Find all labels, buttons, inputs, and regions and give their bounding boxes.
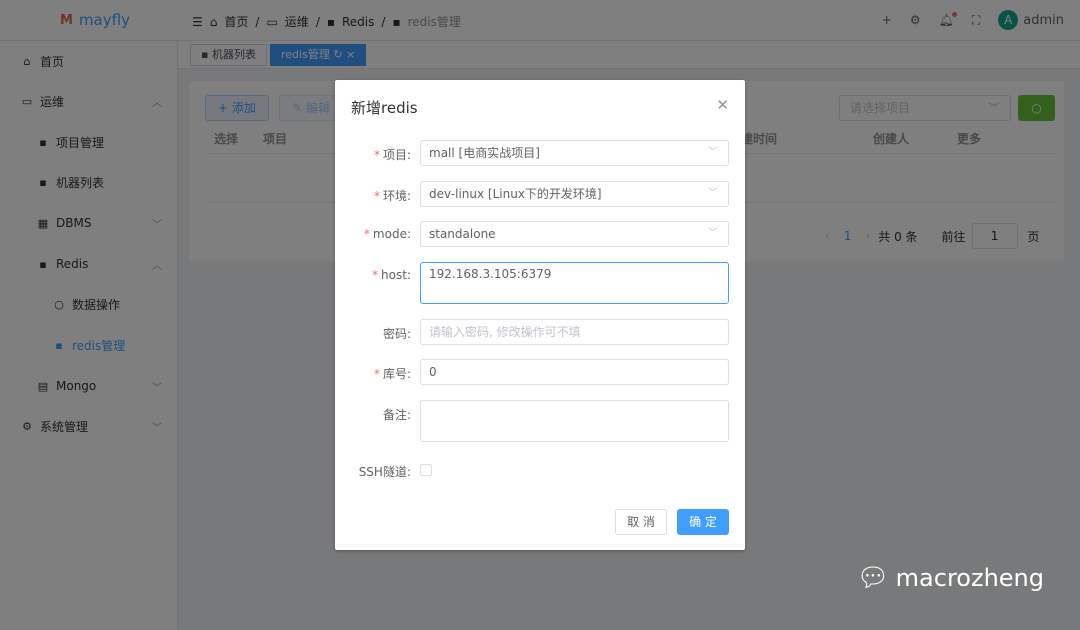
remark-textarea[interactable] (420, 400, 729, 442)
chevron-down-icon: ﹀ (708, 188, 718, 199)
field-label: * 环境: (373, 189, 411, 203)
project-select[interactable]: mall [电商实战项目] ﹀ (420, 140, 729, 166)
field-label: * mode: (363, 227, 411, 241)
field-label: * host: (372, 268, 411, 282)
ssh-tunnel-checkbox[interactable] (420, 464, 432, 476)
field-label: * 项目: (373, 148, 411, 162)
cancel-button[interactable]: 取 消 (615, 509, 667, 535)
password-input[interactable]: 请输入密码, 修改操作可不填 (420, 319, 729, 345)
field-label: * 库号: (373, 367, 411, 381)
watermark: 💬︎ macrozheng (856, 563, 1044, 593)
field-label: 密码: (382, 327, 411, 341)
mode-select[interactable]: standalone ﹀ (420, 221, 729, 247)
db-number-input[interactable]: 0 (420, 359, 729, 385)
host-textarea[interactable]: 192.168.3.105:6379 (420, 262, 729, 304)
wechat-icon: 💬︎ (856, 563, 890, 593)
chevron-down-icon: ﹀ (708, 147, 718, 158)
dialog-title: 新增redis (351, 99, 418, 117)
field-label: SSH隧道: (358, 465, 411, 479)
confirm-button[interactable]: 确 定 (677, 509, 729, 535)
add-redis-dialog: 新增redis ✕ * 项目: mall [电商实战项目] ﹀ * 环境: dev-l… (335, 80, 745, 550)
close-icon[interactable]: ✕ (716, 96, 729, 114)
env-select[interactable]: dev-linux [Linux下的开发环境] ﹀ (420, 181, 729, 207)
chevron-down-icon: ﹀ (708, 228, 718, 239)
field-label: 备注: (382, 408, 411, 422)
